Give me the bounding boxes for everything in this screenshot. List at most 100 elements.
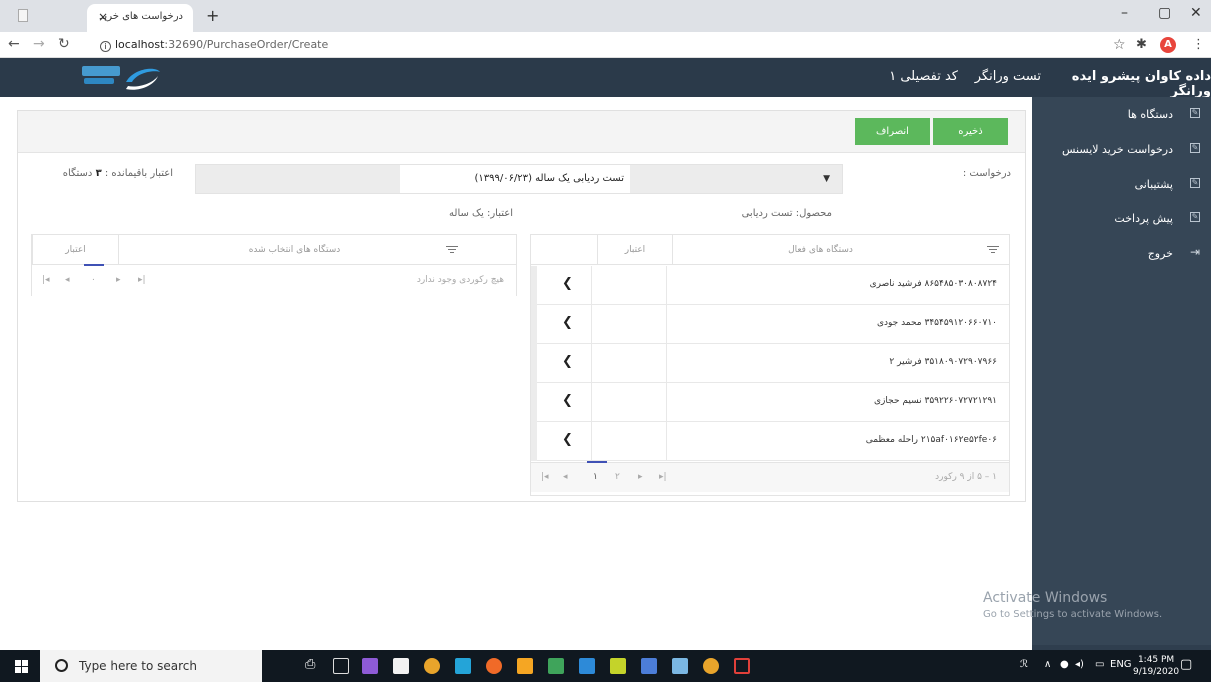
info-icon[interactable]: i xyxy=(100,41,111,52)
tray-chevron-icon[interactable]: ∧ xyxy=(1044,659,1051,670)
chrome-icon[interactable] xyxy=(703,658,719,674)
cancel-button[interactable]: انصراف xyxy=(855,118,930,145)
windows-start-icon[interactable] xyxy=(15,660,29,674)
edit-icon: ✎ xyxy=(1190,143,1200,153)
forward-icon[interactable]: → xyxy=(33,36,45,52)
sublime-icon[interactable] xyxy=(517,658,533,674)
header-code-link[interactable]: کد تفصیلی ۱ xyxy=(889,69,958,84)
active-grid-pager: |◂ ◂ ۱ ۲ ▸ ▸| ۱ – ۵ از ۹ رکورد xyxy=(531,461,1009,492)
bookmark-star-icon[interactable]: ☆ xyxy=(1113,37,1126,53)
move-left-icon[interactable]: ❮ xyxy=(562,432,573,447)
browser-tabstrip: × درخواست های خرید + – ▢ ✕ xyxy=(0,0,1211,32)
app-icon[interactable] xyxy=(672,658,688,674)
page-2-button[interactable]: ۲ xyxy=(615,472,620,482)
table-row[interactable]: ❮ ۳۴۵۴۵۹۱۲۰۶۶۰۷۱۰ محمد جودی xyxy=(531,305,1009,344)
table-row[interactable]: ❮ ۲۱۵af۰۱۶۲e۵۲fe۰۶ راحله معظمی xyxy=(531,422,1009,461)
save-button[interactable]: ذخیره xyxy=(933,118,1008,145)
reload-icon[interactable]: ↻ xyxy=(58,36,70,52)
sidebar-item-devices[interactable]: ✎ دستگاه ها xyxy=(1032,99,1211,132)
device-name: ۳۴۵۴۵۹۱۲۰۶۶۰۷۱۰ محمد جودی xyxy=(876,318,997,328)
device-name: ۸۶۵۴۸۵۰۳۰۸۰۸۷۲۴ فرشید ناصری xyxy=(869,279,997,289)
back-icon[interactable]: ← xyxy=(8,36,20,52)
table-row[interactable]: ❮ ۳۵۹۲۲۶۰۷۲۷۲۱۲۹۱ نسیم حجازی xyxy=(531,383,1009,422)
page-0-button[interactable]: ۰ xyxy=(91,275,96,285)
caret-down-icon: ▼ xyxy=(823,174,830,184)
maximize-button[interactable]: ▢ xyxy=(1158,5,1171,21)
sign-out-icon: ⇥ xyxy=(1189,245,1200,259)
header-test-link[interactable]: تست ورانگر xyxy=(975,69,1041,84)
store-icon[interactable] xyxy=(393,658,409,674)
company-logo xyxy=(82,66,160,90)
col-validity[interactable]: اعتبار xyxy=(597,235,672,265)
taskbar-search[interactable]: Type here to search xyxy=(40,650,262,682)
sidebar-item-support[interactable]: ✎ پشتیبانی xyxy=(1032,169,1211,202)
active-devices-grid: دستگاه های فعال اعتبار ❮ ۸۶۵۴۸۵۰۳۰۸۰۸۷۲۴… xyxy=(530,234,1010,496)
next-page-icon[interactable]: ▸ xyxy=(116,275,121,285)
page-1-button[interactable]: ۱ xyxy=(593,472,598,482)
last-page-icon[interactable]: ▸| xyxy=(138,275,146,285)
app-icon[interactable] xyxy=(610,658,626,674)
first-page-icon[interactable]: |◂ xyxy=(42,275,50,285)
app-icon[interactable] xyxy=(548,658,564,674)
panel-toolbar: ذخیره انصراف xyxy=(18,111,1025,153)
sidebar-item-prepayment[interactable]: ✎ پیش پرداخت xyxy=(1032,203,1211,236)
sidebar-item-logout[interactable]: ⇥ خروج xyxy=(1032,238,1211,271)
visual-studio-icon[interactable] xyxy=(362,658,378,674)
col-active-devices[interactable]: دستگاه های فعال xyxy=(672,235,968,265)
app-icon[interactable] xyxy=(734,658,750,674)
taskbar: Type here to search ⎙ ℛ ∧ ● ◂) ▭ ENG 1:4… xyxy=(0,650,1211,682)
close-window-button[interactable]: ✕ xyxy=(1190,5,1202,21)
url-field[interactable]: i localhost:32690/PurchaseOrder/Create xyxy=(100,38,328,52)
table-row[interactable]: ❮ ۸۶۵۴۸۵۰۳۰۸۰۸۷۲۴ فرشید ناصری xyxy=(531,266,1009,305)
next-page-icon[interactable]: ▸ xyxy=(638,472,643,482)
filter-icon[interactable] xyxy=(987,244,999,254)
sidebar-item-license-request[interactable]: ✎ درخواست خرید لایسنس xyxy=(1032,134,1211,167)
new-tab-button[interactable]: + xyxy=(206,6,219,25)
address-bar: ← → ↻ i localhost:32690/PurchaseOrder/Cre… xyxy=(0,32,1211,58)
company-name: داده کاوان پیشرو ایده ورانگر xyxy=(1071,69,1211,99)
first-page-icon[interactable]: |◂ xyxy=(541,472,549,482)
move-left-icon[interactable]: ❮ xyxy=(562,276,573,291)
menu-kebab-icon[interactable]: ⋮ xyxy=(1192,37,1205,52)
clock[interactable]: 1:45 PM 9/19/2020 xyxy=(1133,654,1179,678)
activate-windows-watermark: Activate Windows Go to Settings to activ… xyxy=(983,590,1163,620)
prev-page-icon[interactable]: ◂ xyxy=(563,472,568,482)
task-view-icon[interactable] xyxy=(333,658,349,674)
col-selected-devices[interactable]: دستگاه های انتخاب شده xyxy=(118,235,470,265)
request-label: درخواست : xyxy=(962,168,1011,179)
app-icon[interactable] xyxy=(455,658,471,674)
microphone-icon[interactable]: ⎙ xyxy=(305,657,321,673)
minimize-button[interactable]: – xyxy=(1121,5,1128,21)
move-left-icon[interactable]: ❮ xyxy=(562,315,573,330)
move-left-icon[interactable]: ❮ xyxy=(562,354,573,369)
vscode-icon[interactable] xyxy=(579,658,595,674)
grid-header: دستگاه های انتخاب شده اعتبار xyxy=(32,235,516,265)
network-icon[interactable]: ● xyxy=(1060,659,1069,670)
notifications-icon[interactable]: ▢ xyxy=(1180,657,1192,672)
selected-devices-grid: دستگاه های انتخاب شده اعتبار |◂ ◂ ۰ ▸ ▸|… xyxy=(31,234,517,296)
edit-icon: ✎ xyxy=(1190,108,1200,118)
move-left-icon[interactable]: ❮ xyxy=(562,393,573,408)
prev-page-icon[interactable]: ◂ xyxy=(65,275,70,285)
request-select[interactable]: تست ردیابی یک ساله (۱۳۹۹/۰۶/۲۳) ▼ xyxy=(195,164,843,194)
cortana-icon xyxy=(55,659,68,672)
extensions-icon[interactable]: ✱ xyxy=(1136,37,1147,52)
language-indicator[interactable]: ENG xyxy=(1110,659,1132,670)
table-row[interactable]: ❮ ۳۵۱۸۰۹۰۷۲۹۰۷۹۶۶ فرشیر ۲ xyxy=(531,344,1009,383)
tab-title: درخواست های خرید xyxy=(99,11,183,22)
message-icon[interactable]: ▭ xyxy=(1095,659,1104,670)
people-icon[interactable]: ℛ xyxy=(1020,659,1028,670)
app-icon[interactable] xyxy=(641,658,657,674)
remaining-credit: اعتبار باقیمانده : ۳ دستگاه xyxy=(62,168,173,179)
profile-avatar[interactable]: A xyxy=(1160,37,1176,53)
col-validity[interactable]: اعتبار xyxy=(32,235,118,265)
validity-label: اعتبار: یک ساله xyxy=(449,208,513,219)
browser-tab[interactable]: × درخواست های خرید xyxy=(87,4,193,32)
purchase-order-panel: ذخیره انصراف درخواست : تست ردیابی یک سال… xyxy=(17,110,1026,502)
postman-icon[interactable] xyxy=(486,658,502,674)
volume-icon[interactable]: ◂) xyxy=(1075,659,1084,670)
grid-header: دستگاه های فعال اعتبار xyxy=(531,235,1009,265)
last-page-icon[interactable]: ▸| xyxy=(659,472,667,482)
chrome-icon[interactable] xyxy=(424,658,440,674)
search-placeholder: Type here to search xyxy=(79,659,197,673)
